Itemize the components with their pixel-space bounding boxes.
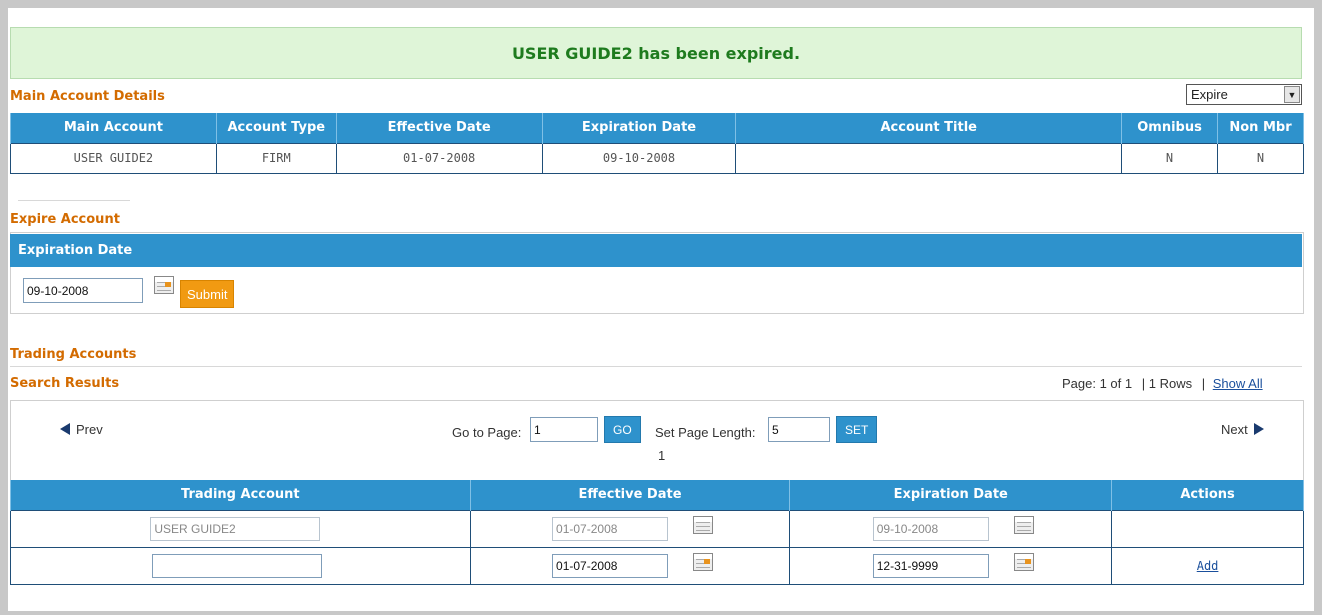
cell-trading-account — [10, 509, 471, 548]
col-effective-date: Effective Date — [335, 113, 543, 143]
goto-page-input[interactable] — [530, 417, 598, 442]
page-number[interactable]: 1 — [658, 448, 665, 463]
calendar-icon[interactable] — [1014, 552, 1035, 571]
main-account-header-row: Main Account Account Type Effective Date… — [10, 113, 1304, 143]
add-link[interactable]: Add — [1197, 559, 1219, 573]
prev-label: Prev — [76, 422, 103, 437]
dropdown-arrow-icon[interactable]: ▼ — [1284, 86, 1300, 103]
col-expiration-date: Expiration Date — [789, 480, 1113, 510]
calendar-icon — [692, 515, 713, 534]
set-button[interactable]: SET — [836, 416, 878, 443]
cell-effective-date — [469, 546, 791, 585]
cell-expiration-date: 09-10-2008 — [541, 142, 737, 174]
page-info: Page: 1 of 1 — [1062, 376, 1133, 391]
cell-effective-date — [469, 509, 791, 548]
cell-non-mbr: N — [1217, 142, 1304, 174]
cell-main-account: USER GUIDE2 — [10, 142, 217, 174]
table-row: USER GUIDE2 FIRM 01-07-2008 09-10-2008 N… — [10, 142, 1304, 174]
expire-account-title: Expire Account — [10, 212, 120, 227]
col-effective-date: Effective Date — [469, 480, 791, 510]
cell-expiration-date — [789, 509, 1113, 548]
new-trading-account-input[interactable] — [152, 553, 323, 578]
search-results-title: Search Results — [10, 376, 120, 391]
next-label: Next — [1221, 422, 1248, 437]
status-message: USER GUIDE2 has been expired. — [511, 43, 801, 63]
submit-button[interactable]: Submit — [180, 280, 235, 308]
col-main-account: Main Account — [10, 113, 217, 143]
prev-button[interactable]: Prev — [60, 422, 103, 437]
main-account-table: Main Account Account Type Effective Date… — [10, 113, 1304, 174]
page-length-input[interactable] — [768, 417, 830, 442]
action-select-value: Expire — [1191, 87, 1228, 102]
calendar-icon[interactable] — [692, 552, 713, 571]
col-trading-account: Trading Account — [10, 480, 471, 510]
next-button[interactable]: Next — [1221, 422, 1264, 437]
expiration-date-input — [872, 516, 989, 541]
trading-account-input — [150, 516, 321, 541]
next-arrow-icon — [1253, 423, 1264, 435]
cell-account-title — [735, 142, 1123, 174]
action-select[interactable]: Expire ▼ — [1186, 84, 1302, 105]
trading-header-row: Trading Account Effective Date Expiratio… — [10, 480, 1304, 510]
rows-info: | 1 Rows — [1141, 376, 1193, 391]
go-button[interactable]: GO — [604, 416, 641, 443]
cell-trading-account — [10, 546, 471, 585]
cell-expiration-date — [789, 546, 1113, 585]
col-non-mbr: Non Mbr — [1217, 113, 1304, 143]
new-expiration-date-input[interactable] — [872, 553, 989, 578]
cell-effective-date: 01-07-2008 — [335, 142, 543, 174]
cell-actions — [1111, 509, 1304, 548]
col-actions: Actions — [1111, 480, 1304, 510]
col-account-type: Account Type — [215, 113, 337, 143]
expiration-date-input[interactable] — [23, 278, 143, 303]
show-all-link[interactable]: Show All — [1213, 376, 1263, 391]
divider — [18, 200, 130, 201]
calendar-icon[interactable] — [154, 276, 174, 294]
col-account-title: Account Title — [735, 113, 1123, 143]
main-account-details-title: Main Account Details — [10, 89, 165, 104]
cell-actions: Add — [1111, 546, 1304, 585]
calendar-icon — [1014, 515, 1035, 534]
pagination-panel — [10, 400, 1304, 480]
prev-arrow-icon — [60, 423, 70, 435]
cell-account-type: FIRM — [215, 142, 337, 174]
separator: | — [1201, 376, 1206, 391]
col-expiration-date: Expiration Date — [541, 113, 737, 143]
new-effective-date-input[interactable] — [552, 553, 669, 578]
pagination-summary: Page: 1 of 1 | 1 Rows | Show All — [1062, 376, 1263, 391]
effective-date-input — [552, 516, 669, 541]
table-row: Add — [10, 546, 1304, 585]
divider — [10, 366, 1302, 367]
trading-accounts-table: Trading Account Effective Date Expiratio… — [10, 480, 1304, 585]
goto-page-label: Go to Page: — [452, 425, 522, 440]
cell-omnibus: N — [1121, 142, 1219, 174]
expiration-date-header: Expiration Date — [10, 234, 1302, 267]
table-row — [10, 509, 1304, 548]
col-omnibus: Omnibus — [1121, 113, 1219, 143]
page-length-label: Set Page Length: — [655, 425, 756, 440]
status-banner: USER GUIDE2 has been expired. — [10, 27, 1302, 79]
trading-accounts-title: Trading Accounts — [10, 347, 137, 362]
